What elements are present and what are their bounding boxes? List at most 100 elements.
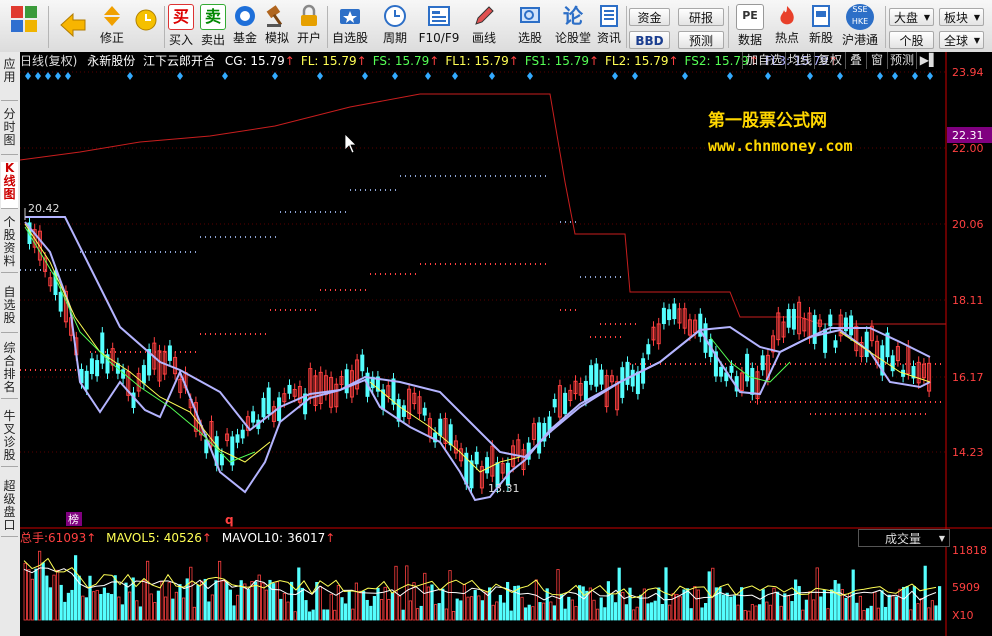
formula-name[interactable]: 江下云郎开合	[143, 54, 215, 68]
restore-button[interactable]: 复权	[814, 52, 845, 69]
volume-bar	[545, 588, 549, 621]
indicator-header: 日线(复权) 永新股份 江下云郎开合 CG: 15.79↑ FL: 15.79↑ F…	[20, 52, 838, 70]
window-button[interactable]: 窗	[866, 52, 887, 69]
toolbar-item-news[interactable]: 资讯	[594, 4, 624, 50]
price-tick: 18.11	[952, 294, 984, 307]
toolbar-item-stock-screen[interactable]: 选股	[509, 4, 551, 50]
price-tick: 14.23	[952, 446, 984, 459]
mavol10-label: MAVOL10:	[221, 531, 284, 545]
candle-body	[344, 369, 349, 394]
volume-bar	[923, 565, 927, 621]
candle-body	[828, 314, 833, 327]
toolbar-item-fund[interactable]: 基金	[231, 4, 259, 50]
toolbar-item-revise[interactable]: 修正	[97, 4, 127, 50]
toolbar-item-open-account[interactable]: 开户	[295, 4, 323, 50]
pin-button[interactable]: ▶▌	[916, 52, 941, 69]
volume-bar	[509, 610, 513, 621]
ma-button[interactable]: 均线	[785, 52, 814, 69]
toolbar-item-simulate[interactable]: 模拟	[263, 4, 291, 50]
stock-name[interactable]: 永新股份	[87, 54, 135, 68]
total-volume-value: 61093	[48, 531, 87, 545]
candle-body	[599, 369, 604, 385]
candle-body	[786, 309, 791, 328]
hot-icon	[780, 6, 794, 25]
add-watchlist-button[interactable]: 加自选	[742, 52, 785, 69]
volume-bar	[340, 597, 344, 621]
single-stock-button[interactable]: 个股	[889, 31, 934, 49]
kline-chart[interactable]: 23.94 22.00 20.06 18.11 16.17 14.23 22.3…	[20, 52, 992, 636]
candle-body	[235, 434, 240, 443]
toolbar-item-sell[interactable]: 卖 卖出	[199, 4, 227, 50]
sidebar-tab-stock-info[interactable]: 个股资料	[1, 216, 18, 273]
back-button[interactable]	[55, 4, 91, 50]
toolbar-item-hot[interactable]: 热点	[771, 4, 803, 50]
bbd-button[interactable]: BBD	[629, 31, 670, 49]
toolbar-item-f10[interactable]: F10/F9	[417, 4, 461, 50]
sidebar-tab-app[interactable]: 应用	[1, 56, 18, 101]
forecast-chart-button[interactable]: 预测	[887, 52, 916, 69]
volume-bar	[304, 600, 308, 621]
volume-bar	[797, 586, 801, 621]
toolbar-label: 基金	[232, 31, 257, 45]
candle-body	[261, 397, 266, 418]
capital-button[interactable]: 资金	[629, 8, 670, 26]
toolbar-item-period[interactable]: 周期	[376, 4, 414, 50]
global-dropdown[interactable]: 全球 ▼	[939, 31, 984, 49]
candle-body	[589, 365, 594, 385]
overlay-button[interactable]: 叠	[845, 52, 866, 69]
kline-chart-area[interactable]: 23.94 22.00 20.06 18.11 16.17 14.23 22.3…	[20, 52, 992, 636]
volume-bar	[480, 600, 485, 621]
volume-indicator-select[interactable]: 成交量 ▼	[858, 529, 950, 547]
volume-bar	[232, 605, 236, 621]
candle-body	[141, 365, 146, 384]
forecast-button[interactable]: 预测	[678, 31, 724, 49]
fund-icon	[235, 6, 255, 26]
mavol5-value: 40526	[163, 531, 202, 545]
candle-body	[251, 411, 256, 423]
volume-bar	[297, 567, 301, 621]
new-stock-icon	[812, 5, 830, 27]
volume-bar	[905, 586, 909, 621]
volume-bar	[682, 589, 686, 621]
toolbar-item-forum[interactable]: 论 论股堂	[554, 4, 592, 50]
volume-bar	[538, 602, 542, 621]
volume-bar	[614, 602, 618, 621]
volume-bar	[74, 555, 78, 621]
toolbar-item-buy[interactable]: 买 买入	[167, 4, 195, 50]
toolbar-item-clock2[interactable]	[131, 8, 161, 54]
price-tick: 22.00	[952, 142, 984, 155]
sidebar-tab-ranking[interactable]: 综合排名	[1, 342, 18, 399]
volume-bar	[707, 571, 711, 621]
toolbar-item-watchlist[interactable]: 自选股	[331, 4, 369, 50]
toolbar-item-draw-line[interactable]: 画线	[465, 4, 503, 50]
sidebar-tab-timeshare[interactable]: 分时图	[1, 108, 18, 155]
star-folder-icon	[340, 9, 360, 24]
f10-icon	[428, 6, 450, 26]
sidebar-tab-watchlist[interactable]: 自选股	[1, 286, 18, 333]
lock-icon	[301, 4, 317, 26]
toolbar-item-sse-hk[interactable]: SSE HKE 沪港通	[840, 4, 880, 50]
volume-bar	[599, 597, 603, 621]
volume-bar	[624, 604, 629, 621]
toolbar-item-new-stock[interactable]: 新股	[806, 4, 836, 50]
sidebar-tab-kline[interactable]: K线图	[1, 162, 18, 209]
price-tick: 20.06	[952, 218, 984, 231]
toolbar-label: 买入	[168, 33, 193, 47]
volume-bar	[88, 575, 92, 621]
toolbar-label: 自选股	[331, 31, 368, 45]
toolbar-item-data[interactable]: PE 数据	[731, 4, 769, 50]
toolbar-item-windows[interactable]	[6, 4, 42, 50]
toolbar-label: 数据	[737, 33, 762, 47]
refresh-icon	[135, 9, 157, 31]
pe-data-icon: PE	[736, 4, 764, 30]
indicator-value: FS1: 15.79	[524, 54, 589, 68]
sector-dropdown[interactable]: 板块 ▼	[939, 8, 984, 26]
research-button[interactable]: 研报	[678, 8, 724, 26]
sidebar-tab-order-book[interactable]: 超级盘口	[1, 480, 18, 537]
sidebar-tab-diagnosis[interactable]: 牛叉诊股	[1, 410, 18, 467]
market-dropdown[interactable]: 大盘 ▼	[889, 8, 934, 26]
high-price-annotation: 20.42	[28, 202, 60, 215]
mavol10-value: 36017	[287, 531, 326, 545]
volume-bar	[804, 599, 809, 621]
indicator-value: FL: 15.79	[300, 54, 357, 68]
